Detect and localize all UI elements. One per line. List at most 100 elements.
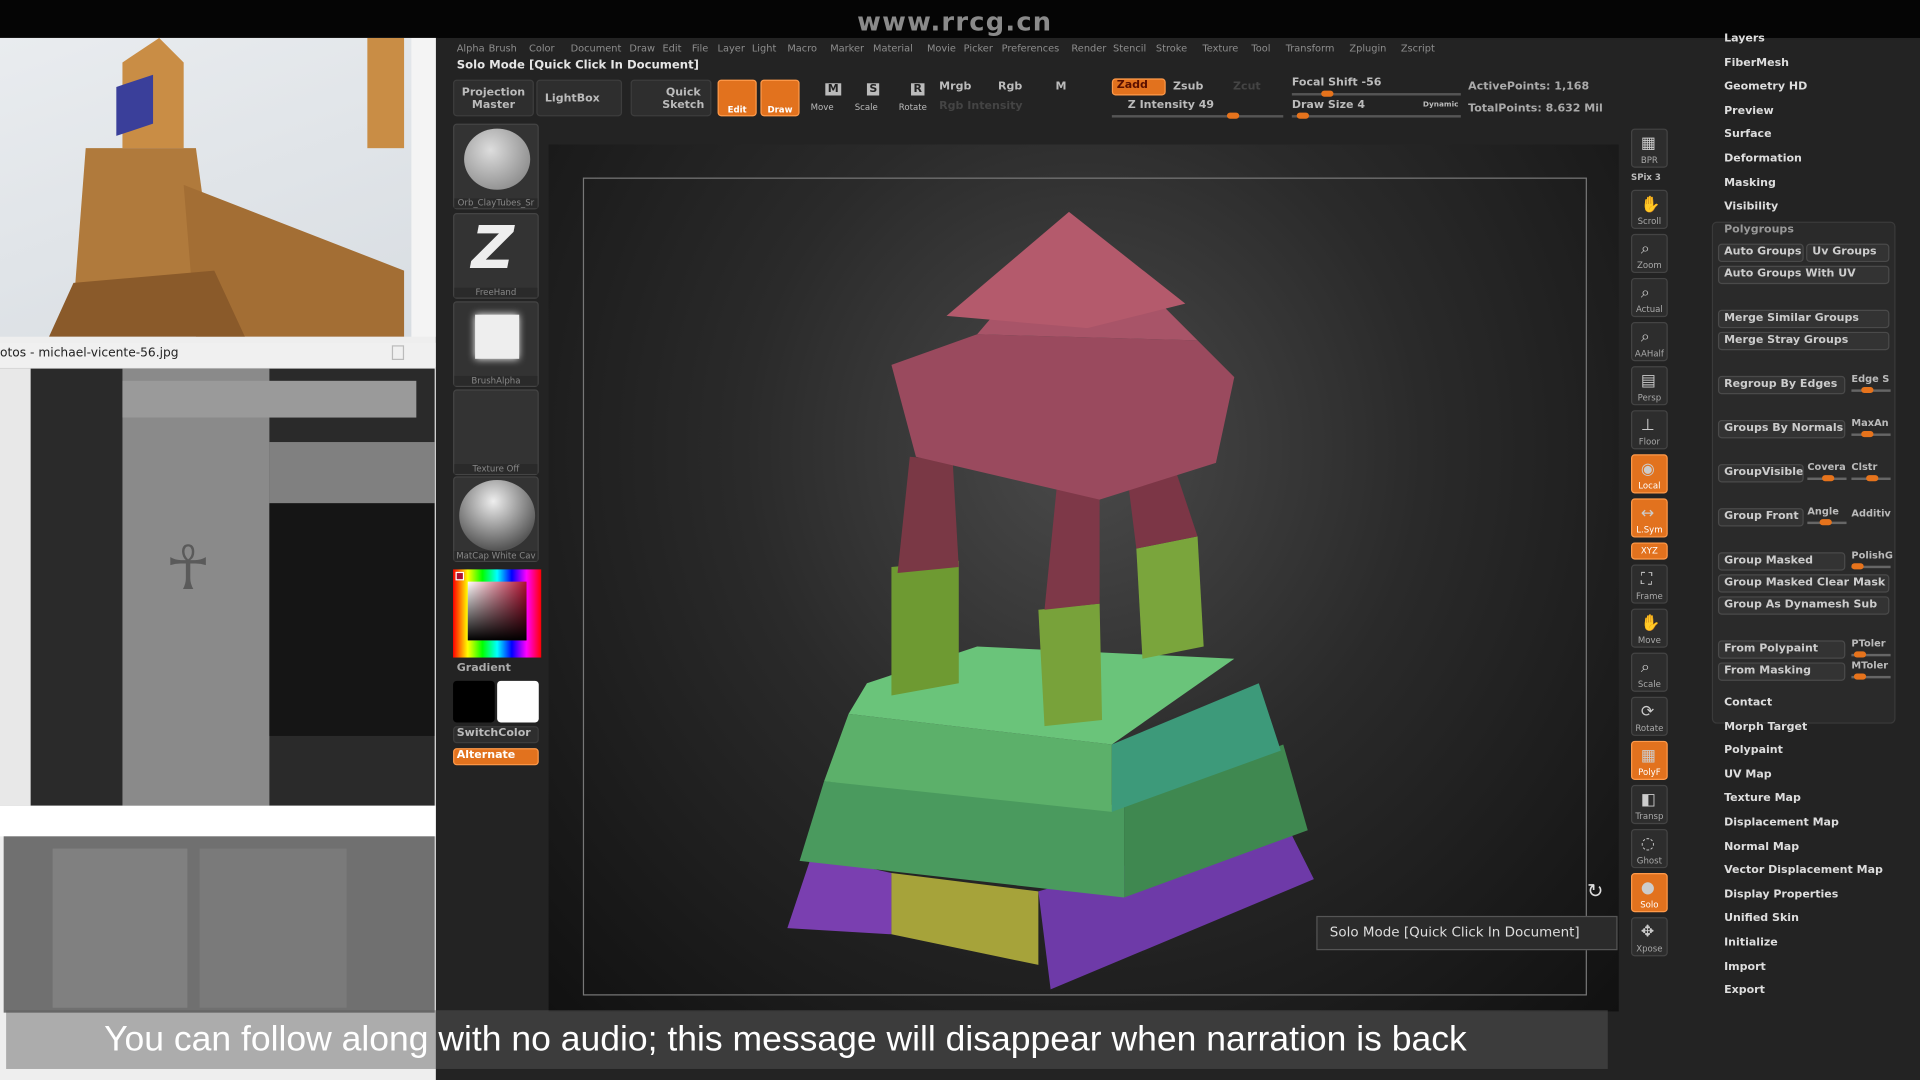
- auto-groups-button[interactable]: Auto Groups: [1717, 243, 1804, 263]
- menu-stroke[interactable]: Stroke: [1156, 43, 1187, 54]
- draw-size-slider[interactable]: Draw Size 4: [1292, 99, 1365, 111]
- alpha-selector[interactable]: BrushAlpha: [453, 301, 539, 387]
- menu-stencil[interactable]: Stencil: [1113, 43, 1146, 54]
- menu-color[interactable]: Color: [529, 43, 555, 54]
- shelf-aahalf-button[interactable]: ⌕ AAHalf: [1631, 322, 1668, 362]
- stroke-selector[interactable]: Z FreeHand: [453, 213, 539, 299]
- palette-initialize[interactable]: Initialize: [1724, 937, 1778, 949]
- regroup-edges-button[interactable]: Regroup By Edges: [1717, 375, 1846, 395]
- palette-unified-skin[interactable]: Unified Skin: [1724, 913, 1799, 925]
- menu-marker[interactable]: Marker: [830, 43, 864, 54]
- palette-morph-target[interactable]: Morph Target: [1724, 721, 1807, 733]
- palette-displacement-map[interactable]: Displacement Map: [1724, 817, 1839, 829]
- palette-fibermesh[interactable]: FiberMesh: [1724, 57, 1789, 69]
- polygroups-header[interactable]: Polygroups: [1724, 224, 1794, 236]
- shelf-polyf-button[interactable]: ▦ PolyF: [1631, 740, 1668, 781]
- menu-tool[interactable]: Tool: [1251, 43, 1270, 54]
- uv-groups-button[interactable]: Uv Groups: [1806, 243, 1890, 263]
- merge-stray-button[interactable]: Merge Stray Groups: [1717, 331, 1890, 351]
- menu-zscript[interactable]: Zscript: [1401, 43, 1435, 54]
- ptoler-track[interactable]: [1851, 651, 1891, 658]
- menu-preferences[interactable]: Preferences: [1002, 43, 1060, 54]
- menu-draw[interactable]: Draw: [629, 43, 655, 54]
- 3d-model-pyramid-tower[interactable]: [549, 144, 1619, 1011]
- menu-transform[interactable]: Transform: [1286, 43, 1335, 54]
- menu-picker[interactable]: Picker: [964, 43, 993, 54]
- polishg-knob[interactable]: [1851, 563, 1864, 570]
- gradient-toggle[interactable]: Gradient: [457, 662, 511, 674]
- menu-brush[interactable]: Brush: [489, 43, 517, 54]
- texture-selector[interactable]: Texture Off: [453, 389, 539, 476]
- additiv-slider[interactable]: Additiv: [1851, 508, 1890, 519]
- rgb-intensity-slider[interactable]: Rgb Intensity: [939, 100, 1022, 112]
- mtoler-track[interactable]: [1851, 673, 1891, 680]
- group-front-button[interactable]: Group Front: [1717, 508, 1804, 527]
- palette-import[interactable]: Import: [1724, 961, 1766, 973]
- mrgb-button[interactable]: Mrgb: [939, 81, 971, 93]
- shelf-scroll-button[interactable]: ✋ Scroll: [1631, 189, 1668, 229]
- palette-normal-map[interactable]: Normal Map: [1724, 841, 1799, 853]
- from-polypaint-button[interactable]: From Polypaint: [1717, 640, 1846, 659]
- m-button[interactable]: M: [1056, 81, 1067, 93]
- rotate-view-icon[interactable]: ↻: [1587, 879, 1603, 902]
- group-masked-clear-button[interactable]: Group Masked Clear Mask: [1717, 574, 1890, 593]
- palette-vector-displacement-map[interactable]: Vector Displacement Map: [1724, 865, 1883, 877]
- palette-polypaint[interactable]: Polypaint: [1724, 745, 1783, 757]
- alternate-button[interactable]: Alternate: [453, 748, 539, 766]
- menu-movie[interactable]: Movie: [927, 43, 956, 54]
- material-selector[interactable]: MatCap White Cav: [453, 476, 539, 563]
- shelf-rotate-button[interactable]: ⟳ Rotate: [1631, 696, 1668, 736]
- rotate-button[interactable]: Rotate: [899, 103, 927, 113]
- draw-size-knob[interactable]: [1296, 112, 1309, 119]
- lightbox-button[interactable]: LightBox: [536, 79, 623, 117]
- spix-slider[interactable]: SPix 3: [1631, 173, 1661, 183]
- auto-groups-uv-button[interactable]: Auto Groups With UV: [1717, 265, 1890, 285]
- menu-edit[interactable]: Edit: [662, 43, 681, 54]
- mtoler-slider[interactable]: MToler: [1851, 660, 1888, 671]
- focal-shift-knob[interactable]: [1321, 90, 1334, 97]
- secondary-color-white[interactable]: [497, 680, 539, 723]
- angle-track[interactable]: [1807, 519, 1847, 526]
- shelf-lsym-button[interactable]: ↔ L.Sym: [1631, 498, 1668, 538]
- menu-light[interactable]: Light: [752, 43, 776, 54]
- palette-deformation[interactable]: Deformation: [1724, 153, 1802, 165]
- maximize-button[interactable]: [391, 345, 405, 361]
- brush-selector[interactable]: Orb_ClayTubes_Sr: [453, 123, 539, 210]
- shelf-xpose-button[interactable]: ✥ Xpose: [1631, 917, 1668, 957]
- dynamic-toggle[interactable]: Dynamic: [1423, 100, 1459, 109]
- document-canvas[interactable]: ↻: [548, 144, 1619, 1012]
- palette-uv-map[interactable]: UV Map: [1724, 769, 1772, 781]
- edge_s-track[interactable]: [1851, 386, 1891, 394]
- shelf-persp-button[interactable]: ▤ Persp: [1631, 366, 1668, 406]
- covera-track[interactable]: [1807, 475, 1847, 482]
- ptoler-knob[interactable]: [1853, 651, 1867, 658]
- covera-slider[interactable]: Covera: [1807, 462, 1845, 473]
- switchcolor-button[interactable]: SwitchColor: [453, 726, 539, 744]
- menu-material[interactable]: Material: [873, 43, 913, 54]
- palette-export[interactable]: Export: [1724, 985, 1765, 997]
- shelf-scale-button[interactable]: ⌕ Scale: [1631, 652, 1668, 692]
- merge-similar-button[interactable]: Merge Similar Groups: [1717, 309, 1890, 329]
- color-picker[interactable]: [453, 569, 542, 658]
- from-masking-button[interactable]: From Masking: [1717, 662, 1846, 681]
- zsub-button[interactable]: Zsub: [1173, 81, 1203, 93]
- menu-texture[interactable]: Texture: [1202, 43, 1238, 54]
- draw-size-track[interactable]: [1291, 112, 1461, 119]
- menu-layer[interactable]: Layer: [718, 43, 745, 54]
- clstr-slider[interactable]: Clstr: [1851, 462, 1877, 473]
- z-intensity-slider[interactable]: Z Intensity 49: [1128, 99, 1214, 111]
- color-saturation-square[interactable]: [467, 581, 527, 641]
- maxang-track[interactable]: [1851, 431, 1891, 438]
- palette-contact[interactable]: Contact: [1724, 697, 1772, 709]
- palette-surface[interactable]: Surface: [1724, 129, 1771, 141]
- palette-masking[interactable]: Masking: [1724, 177, 1776, 189]
- shelf-local-button[interactable]: ◉ Local: [1631, 454, 1668, 494]
- shelf-actual-button[interactable]: ⌕ Actual: [1631, 277, 1668, 318]
- group-dynamesh-button[interactable]: Group As Dynamesh Sub: [1717, 596, 1890, 615]
- zadd-button[interactable]: Zadd: [1111, 78, 1166, 96]
- palette-geometry-hd[interactable]: Geometry HD: [1724, 81, 1807, 93]
- menu-zplugin[interactable]: Zplugin: [1349, 43, 1386, 54]
- edge_s-knob[interactable]: [1861, 386, 1874, 394]
- clstr-knob[interactable]: [1866, 475, 1879, 482]
- focal-shift-slider[interactable]: Focal Shift -56: [1292, 77, 1382, 89]
